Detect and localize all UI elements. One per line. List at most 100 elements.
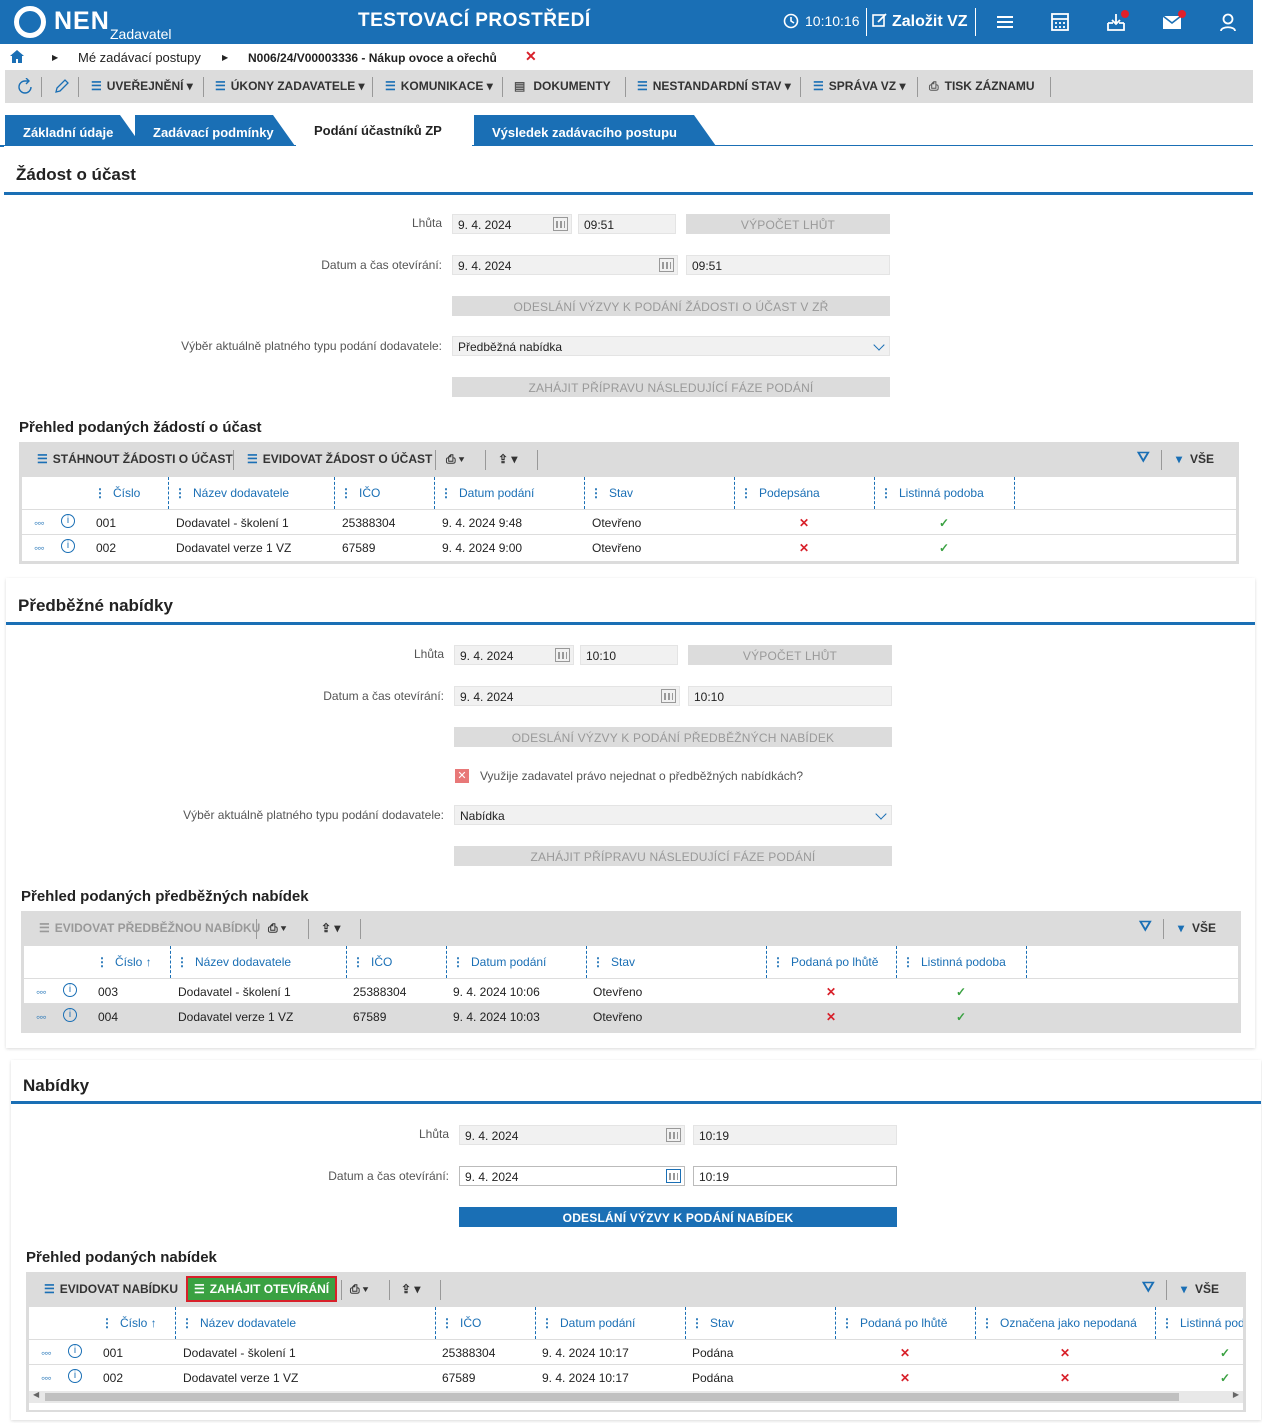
info-icon[interactable]: i <box>61 514 75 528</box>
pencil-icon[interactable] <box>53 78 69 95</box>
menu-icon[interactable] <box>995 12 1015 32</box>
info-icon[interactable]: i <box>61 539 75 553</box>
evidovat-predbeznou-button[interactable]: ☰ EVIDOVAT PŘEDBĚŽNOU NABÍDKU <box>39 921 260 935</box>
calendar-icon[interactable] <box>661 689 676 703</box>
column-divider[interactable] <box>535 1307 536 1339</box>
column-divider[interactable] <box>170 946 171 978</box>
column-divider[interactable] <box>975 1307 976 1339</box>
vyber-typu-select[interactable]: Nabídka <box>454 805 892 825</box>
tab-zadavaci-podminky[interactable]: Zadávací podmínky <box>135 115 295 146</box>
calendar-icon[interactable] <box>659 258 674 272</box>
column-divider[interactable] <box>434 477 435 509</box>
odeslani-vyzvy-nabidek-button[interactable]: ODESLÁNÍ VÝZVY K PODÁNÍ NABÍDEK <box>459 1207 897 1227</box>
otevirani-time-input[interactable]: 10:19 <box>693 1166 897 1186</box>
column-header-datum[interactable]: ⋮ Datum podání <box>541 1307 635 1339</box>
lhuta-time-input[interactable]: 10:19 <box>693 1125 897 1145</box>
otevirani-date-input[interactable]: 9. 4. 2024 <box>452 255 678 275</box>
table-row[interactable]: ◦◦◦ i 001 Dodavatel - školení 1 25388304… <box>29 1339 1243 1364</box>
print-menu-button[interactable]: ⎙ ▾ <box>350 1282 368 1297</box>
calendar-icon[interactable] <box>666 1169 681 1183</box>
filter-icon[interactable]: ⛛ <box>1137 449 1150 466</box>
zahajit-pripravu-button[interactable]: ZAHÁJIT PŘÍPRAVU NÁSLEDUJÍCÍ FÁZE PODÁNÍ <box>454 846 892 866</box>
column-divider[interactable] <box>446 946 447 978</box>
column-divider[interactable] <box>1014 477 1015 509</box>
export-menu-button[interactable]: ⇪ ▾ <box>321 921 340 935</box>
row-actions-icon[interactable]: ◦◦◦ <box>41 1346 52 1360</box>
print-menu-button[interactable]: ⎙ ▾ <box>446 452 464 467</box>
close-icon[interactable]: ✕ <box>525 48 537 65</box>
user-icon[interactable] <box>1218 12 1238 32</box>
column-header-listinna[interactable]: ⋮ Listinná podoba <box>880 477 984 509</box>
column-divider[interactable] <box>685 1307 686 1339</box>
column-header-nazev[interactable]: ⋮ Název dodavatele <box>174 477 289 509</box>
column-header-ico[interactable]: ⋮ IČO <box>352 946 392 978</box>
tab-zakladni-udaje[interactable]: Základní údaje <box>5 115 142 146</box>
scroll-left-icon[interactable]: ◀ <box>33 1390 39 1399</box>
column-divider[interactable] <box>584 477 585 509</box>
column-header-ico[interactable]: ⋮ IČO <box>441 1307 481 1339</box>
lhuta-time-input[interactable]: 10:10 <box>580 645 678 665</box>
info-icon[interactable]: i <box>63 1008 77 1022</box>
odeslani-vyzvy-button[interactable]: ODESLÁNÍ VÝZVY K PODÁNÍ ŽÁDOSTI O ÚČAST … <box>452 296 890 316</box>
column-header-listinna[interactable]: ⋮ Listinná pod <box>1161 1307 1243 1339</box>
column-header-listinna[interactable]: ⋮ Listinná podoba <box>902 946 1006 978</box>
menu-tisk[interactable]: ⎙ TISK ZÁZNAMU <box>929 79 1035 94</box>
menu-komunikace[interactable]: ☰ KOMUNIKACE ▾ <box>385 79 493 93</box>
nen-logo-icon[interactable] <box>14 6 46 38</box>
vypocet-lhut-button[interactable]: VÝPOČET LHŮT <box>688 645 892 665</box>
evidovat-nabidku-button[interactable]: ☰ EVIDOVAT NABÍDKU <box>44 1282 178 1296</box>
scrollbar-thumb[interactable] <box>45 1393 1179 1401</box>
column-header-cislo[interactable]: ⋮ Číslo ↑ <box>96 946 152 978</box>
column-divider[interactable] <box>168 477 169 509</box>
menu-sprava[interactable]: ☰ SPRÁVA VZ ▾ <box>813 79 905 93</box>
evidovat-zadost-button[interactable]: ☰ EVIDOVAT ŽÁDOST O ÚČAST <box>247 452 432 466</box>
column-divider[interactable] <box>175 1307 176 1339</box>
info-icon[interactable]: i <box>68 1369 82 1383</box>
row-actions-icon[interactable]: ◦◦◦ <box>41 1371 52 1385</box>
horizontal-scrollbar[interactable]: ◀ ▶ <box>29 1390 1243 1403</box>
calendar-icon[interactable] <box>555 648 570 662</box>
row-actions-icon[interactable]: ◦◦◦ <box>36 1010 47 1024</box>
row-actions-icon[interactable]: ◦◦◦ <box>36 985 47 999</box>
column-header-podana-po-lhute[interactable]: ⋮ Podaná po lhůtě <box>841 1307 947 1339</box>
info-icon[interactable]: i <box>68 1344 82 1358</box>
column-divider[interactable] <box>1155 1307 1156 1339</box>
column-header-nazev[interactable]: ⋮ Název dodavatele <box>181 1307 296 1339</box>
column-divider[interactable] <box>835 1307 836 1339</box>
export-menu-button[interactable]: ⇪ ▾ <box>401 1282 420 1296</box>
menu-dokumenty[interactable]: ▤ DOKUMENTY <box>514 79 611 93</box>
column-header-datum[interactable]: ⋮ Datum podání <box>452 946 546 978</box>
lhuta-time-input[interactable]: 09:51 <box>578 214 676 234</box>
column-header-datum[interactable]: ⋮ Datum podání <box>440 477 534 509</box>
column-header-podana-po-lhute[interactable]: ⋮ Podaná po lhůtě <box>772 946 878 978</box>
odeslani-vyzvy-button[interactable]: ODESLÁNÍ VÝZVY K PODÁNÍ PŘEDBĚŽNÝCH NABÍ… <box>454 727 892 747</box>
table-row[interactable]: ◦◦◦ i 003 Dodavatel - školení 1 25388304… <box>24 978 1238 1003</box>
stahnout-zadosti-button[interactable]: ☰ STÁHNOUT ŽÁDOSTI O ÚČAST <box>37 452 233 466</box>
create-vz-button[interactable]: Založit VZ <box>872 12 968 31</box>
otevirani-time-input[interactable]: 10:10 <box>688 686 892 706</box>
menu-uverejneni[interactable]: ☰ UVEŘEJNĚNÍ ▾ <box>91 79 193 93</box>
lhuta-date-input[interactable]: 9. 4. 2024 <box>459 1125 685 1145</box>
calculator-icon[interactable] <box>1050 12 1070 32</box>
breadcrumb-item-postupy[interactable]: Mé zadávací postupy <box>78 50 201 65</box>
column-divider[interactable] <box>874 477 875 509</box>
column-divider[interactable] <box>435 1307 436 1339</box>
vse-dropdown[interactable]: ▾ VŠE <box>1181 1282 1219 1296</box>
column-divider[interactable] <box>896 946 897 978</box>
table-row-selected[interactable]: ◦◦◦ i 004 Dodavatel verze 1 VZ 67589 9. … <box>24 1003 1238 1030</box>
column-divider[interactable] <box>586 946 587 978</box>
breadcrumb-item-current[interactable]: N006/24/V00003336 - Nákup ovoce a ořechů <box>248 51 497 65</box>
column-header-oznacena[interactable]: ⋮ Označena jako nepodaná <box>981 1307 1137 1339</box>
column-divider[interactable] <box>1026 946 1027 978</box>
column-divider[interactable] <box>334 477 335 509</box>
column-divider[interactable] <box>734 477 735 509</box>
lhuta-date-input[interactable]: 9. 4. 2024 <box>454 645 574 665</box>
calendar-icon[interactable] <box>666 1128 681 1142</box>
filter-icon[interactable]: ⛛ <box>1139 918 1152 935</box>
table-row[interactable]: ◦◦◦ i 002 Dodavatel verze 1 VZ 67589 9. … <box>22 534 1236 559</box>
home-icon[interactable] <box>10 50 24 63</box>
column-header-ico[interactable]: ⋮ IČO <box>340 477 380 509</box>
vse-dropdown[interactable]: ▾ VŠE <box>1176 452 1214 466</box>
checkbox-nejednat[interactable]: ✕ <box>455 769 469 783</box>
otevirani-date-input[interactable]: 9. 4. 2024 <box>454 686 680 706</box>
